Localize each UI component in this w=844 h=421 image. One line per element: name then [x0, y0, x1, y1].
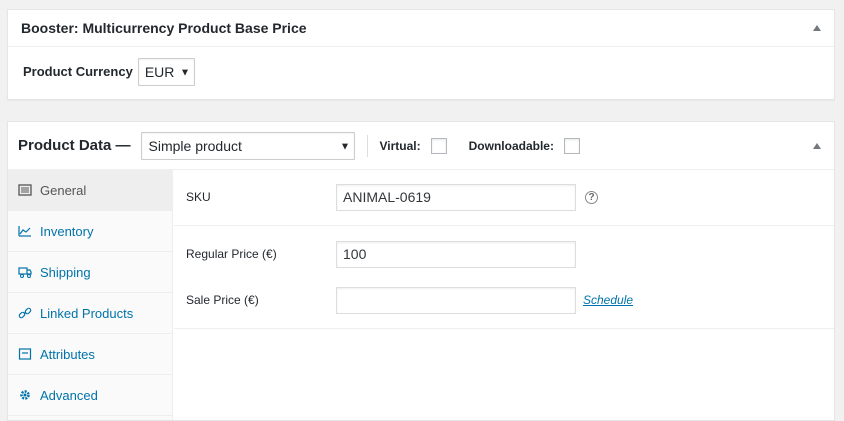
panel-divider: [174, 225, 834, 226]
virtual-label: Virtual:: [379, 138, 421, 153]
product-type-select[interactable]: Simple product: [140, 131, 355, 160]
schedule-link[interactable]: Schedule: [583, 293, 633, 307]
tab-shipping[interactable]: Shipping: [8, 252, 172, 293]
product-data-header: Product Data — Simple product Virtual: D…: [8, 122, 834, 170]
tab-attributes-label: Attributes: [40, 346, 95, 362]
product-type-value: Simple product: [148, 137, 242, 154]
help-icon[interactable]: ?: [585, 190, 598, 204]
booster-metabox-header[interactable]: Booster: Multicurrency Product Base Pric…: [8, 10, 834, 47]
tab-advanced-label: Advanced: [40, 387, 98, 403]
general-panel: SKU ANIMAL-0619 ? Regular Price (€) 100 …: [174, 170, 834, 420]
dropdown-caret-icon: [341, 143, 348, 150]
sku-input-value: ANIMAL-0619: [343, 189, 431, 205]
sku-label: SKU: [186, 190, 211, 204]
shipping-icon: [18, 265, 32, 279]
header-divider: [366, 134, 368, 157]
tab-shipping-label: Shipping: [40, 264, 91, 280]
tab-inventory[interactable]: Inventory: [8, 211, 172, 252]
downloadable-label: Downloadable:: [468, 138, 554, 153]
product-data-metabox: Product Data — Simple product Virtual: D…: [7, 121, 835, 421]
collapse-arrow-icon[interactable]: [813, 25, 821, 31]
tab-advanced[interactable]: Advanced: [8, 375, 172, 416]
downloadable-checkbox[interactable]: [563, 137, 580, 154]
link-icon: [18, 306, 32, 320]
inventory-icon: [18, 224, 32, 238]
regular-price-label: Regular Price (€): [186, 247, 277, 261]
booster-metabox-title: Booster: Multicurrency Product Base Pric…: [21, 20, 307, 36]
currency-row: Product Currency EUR: [8, 47, 834, 96]
sale-price-label: Sale Price (€): [186, 293, 259, 307]
tab-inventory-label: Inventory: [40, 223, 94, 239]
product-data-title: Product Data —: [18, 137, 131, 154]
tab-linked-products[interactable]: Linked Products: [8, 293, 172, 334]
collapse-arrow-icon[interactable]: [813, 142, 821, 149]
sale-price-row: Sale Price (€) Schedule: [174, 286, 834, 314]
product-currency-label: Product Currency: [23, 64, 133, 79]
tab-general-label: General: [40, 182, 87, 198]
currency-select-value: EUR: [144, 63, 175, 80]
regular-price-row: Regular Price (€) 100: [174, 240, 834, 268]
regular-price-value: 100: [343, 246, 367, 262]
currency-select[interactable]: EUR: [137, 57, 195, 86]
general-icon: [18, 183, 32, 197]
virtual-checkbox[interactable]: [430, 137, 447, 154]
sku-input[interactable]: ANIMAL-0619: [336, 183, 576, 211]
tab-attributes[interactable]: Attributes: [8, 334, 172, 375]
regular-price-input[interactable]: 100: [336, 240, 576, 268]
panel-divider: [174, 328, 834, 329]
dropdown-caret-icon: [181, 69, 188, 76]
attributes-icon: [18, 347, 32, 361]
sku-row: SKU ANIMAL-0619 ?: [174, 183, 834, 211]
sale-price-input[interactable]: [336, 286, 576, 314]
tab-general[interactable]: General: [8, 170, 172, 211]
gear-icon: [18, 388, 32, 402]
product-data-tabs: General Inventory Shipping Linked Produc…: [8, 170, 173, 420]
booster-metabox: Booster: Multicurrency Product Base Pric…: [7, 9, 835, 100]
tab-linked-products-label: Linked Products: [40, 305, 134, 321]
